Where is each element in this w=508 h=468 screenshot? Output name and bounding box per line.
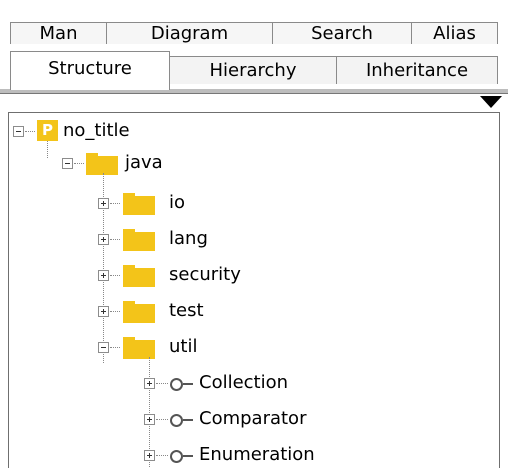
- tree-node-java[interactable]: java: [9, 149, 499, 179]
- tab-man[interactable]: Man: [10, 22, 107, 44]
- tree-node-security[interactable]: security: [9, 261, 499, 291]
- collapse-icon[interactable]: [98, 342, 109, 353]
- tree-label-comparator: Comparator: [199, 408, 307, 429]
- tab-search-label: Search: [311, 23, 373, 44]
- tree-node-root[interactable]: P no_title: [9, 117, 499, 147]
- expand-icon[interactable]: [98, 234, 109, 245]
- tree-node-io[interactable]: io: [9, 189, 499, 219]
- tree-node-util[interactable]: util: [9, 333, 499, 363]
- tree-label-root: no_title: [63, 120, 130, 141]
- tree-node-collection[interactable]: Collection: [9, 369, 499, 399]
- folder-icon: [86, 153, 118, 175]
- tab-inheritance[interactable]: Inheritance: [336, 56, 498, 84]
- collapse-icon[interactable]: [13, 126, 24, 137]
- tab-hierarchy[interactable]: Hierarchy: [169, 56, 337, 84]
- tree-label-collection: Collection: [199, 372, 289, 393]
- folder-icon: [123, 229, 155, 251]
- tree-node-comparator[interactable]: Comparator: [9, 405, 499, 435]
- tab-diagram-label: Diagram: [150, 23, 229, 44]
- tab-structure-label: Structure: [48, 58, 132, 79]
- tab-row-top: Man Diagram Search Alias: [10, 22, 498, 44]
- package-icon: P: [37, 120, 58, 141]
- interface-icon: [170, 449, 193, 463]
- tree-node-enumeration[interactable]: Enumeration: [9, 441, 499, 468]
- tab-alias[interactable]: Alias: [411, 22, 498, 44]
- interface-icon: [170, 413, 193, 427]
- expand-icon[interactable]: [144, 450, 155, 461]
- tab-alias-label: Alias: [433, 23, 476, 44]
- folder-icon: [123, 301, 155, 323]
- tree-label-java: java: [125, 152, 163, 173]
- folder-icon: [123, 193, 155, 215]
- tab-diagram[interactable]: Diagram: [106, 22, 273, 44]
- tree-label-io: io: [169, 192, 186, 213]
- tree-node-test[interactable]: test: [9, 297, 499, 327]
- tree-label-util: util: [169, 336, 198, 357]
- structure-tree: P no_title java io lang security test ut…: [8, 112, 500, 468]
- expand-icon[interactable]: [144, 378, 155, 389]
- tree-label-security: security: [169, 264, 241, 285]
- expand-icon[interactable]: [98, 270, 109, 281]
- expand-icon[interactable]: [98, 198, 109, 209]
- folder-icon: [123, 337, 155, 359]
- tree-label-test: test: [169, 300, 204, 321]
- tree-label-lang: lang: [169, 228, 208, 249]
- expand-icon[interactable]: [98, 306, 109, 317]
- tab-hierarchy-label: Hierarchy: [209, 60, 297, 81]
- dropdown-arrow-icon[interactable]: [480, 96, 502, 108]
- expand-icon[interactable]: [144, 414, 155, 425]
- interface-icon: [170, 377, 193, 391]
- tab-search[interactable]: Search: [272, 22, 412, 44]
- tab-row-bottom: Structure Hierarchy Inheritance: [10, 51, 498, 90]
- folder-icon: [123, 265, 155, 287]
- collapse-icon[interactable]: [62, 158, 73, 169]
- tab-inheritance-label: Inheritance: [365, 60, 469, 81]
- tree-node-lang[interactable]: lang: [9, 225, 499, 255]
- tree-label-enumeration: Enumeration: [199, 444, 315, 465]
- panel-divider: [0, 93, 508, 94]
- tab-structure[interactable]: Structure: [10, 51, 170, 90]
- tab-man-label: Man: [39, 23, 78, 44]
